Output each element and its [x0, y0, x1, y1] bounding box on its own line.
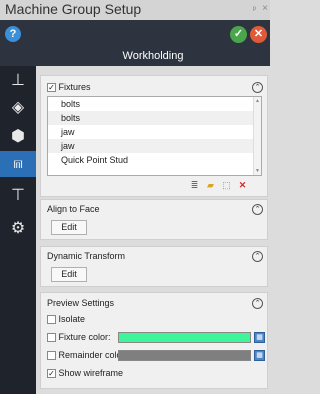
section-title: Preview Settings [47, 298, 115, 308]
list-item[interactable]: bolts [48, 97, 261, 111]
page-title: Workholding [122, 50, 184, 62]
fixtures-list[interactable]: bolts bolts jaw jaw Quick Point Stud ▲ ▼ [47, 96, 262, 176]
show-wireframe-row[interactable]: ✓ Show wireframe [47, 368, 124, 379]
scroll-up-icon[interactable]: ▲ [255, 98, 260, 104]
remainder-color-swatch[interactable] [118, 350, 251, 361]
fixture-color-row[interactable]: Fixture color: [47, 332, 111, 343]
part-icon[interactable]: ⬢ [0, 124, 36, 150]
help-icon[interactable]: ? [5, 26, 21, 42]
remainder-color-label: Remainder color: [58, 350, 128, 360]
color-picker-icon[interactable]: ▦ [254, 350, 265, 361]
content-area: ✓ Fixtures ⌃ bolts bolts jaw jaw Quick P… [36, 66, 270, 394]
select-icon[interactable]: ⬚ [220, 179, 233, 192]
cancel-button[interactable]: ✕ [250, 26, 267, 43]
fixture-color-label: Fixture color: [58, 332, 111, 342]
edit-button[interactable]: Edit [51, 267, 87, 282]
section-title: Dynamic Transform [47, 251, 126, 261]
list-item[interactable]: jaw [48, 125, 261, 139]
stock-icon[interactable]: ◈ [0, 95, 36, 121]
fixture-library-icon[interactable]: ≣ [188, 179, 201, 192]
remainder-color-row[interactable]: Remainder color: [47, 350, 128, 361]
chevron-up-icon[interactable]: ⌃ [252, 251, 263, 262]
close-icon[interactable]: × [262, 3, 268, 14]
ok-button[interactable]: ✓ [230, 26, 247, 43]
show-wireframe-label: Show wireframe [58, 368, 124, 378]
chevron-up-icon[interactable]: ⌃ [252, 204, 263, 215]
settings-icon[interactable]: ⚙ [0, 216, 36, 242]
edit-button[interactable]: Edit [51, 220, 87, 235]
tool-icon[interactable]: ⊤ [0, 183, 36, 209]
fixture-color-checkbox[interactable] [47, 333, 56, 343]
window-title: Machine Group Setup [5, 1, 142, 17]
list-item[interactable]: bolts [48, 111, 261, 125]
list-scrollbar[interactable]: ▲ ▼ [253, 97, 261, 175]
machine-icon[interactable]: ⊥ [0, 68, 36, 94]
dynamic-transform-panel: Dynamic Transform ⌃ Edit [40, 246, 268, 287]
sidebar: ⊥ ◈ ⬢ ⩎ ⊤ ⚙ [0, 66, 36, 394]
align-to-face-panel: Align to Face ⌃ Edit [40, 199, 268, 240]
list-item[interactable]: jaw [48, 139, 261, 153]
panel-header: ? ✓ ✕ Workholding [0, 20, 270, 66]
scroll-down-icon[interactable]: ▼ [255, 168, 260, 174]
workholding-icon[interactable]: ⩎ [0, 151, 36, 177]
open-folder-icon[interactable]: ▰ [204, 179, 217, 192]
show-wireframe-checkbox[interactable]: ✓ [47, 369, 56, 379]
preview-settings-panel: Preview Settings ⌃ Isolate Fixture color… [40, 292, 268, 389]
title-bar: Machine Group Setup ᵖ × [0, 0, 270, 20]
chevron-up-icon[interactable]: ⌃ [252, 298, 263, 309]
fixtures-panel: ✓ Fixtures ⌃ bolts bolts jaw jaw Quick P… [40, 75, 268, 197]
isolate-row[interactable]: Isolate [47, 314, 86, 325]
isolate-checkbox[interactable] [47, 315, 56, 325]
chevron-up-icon[interactable]: ⌃ [252, 82, 263, 93]
fixtures-label: Fixtures [58, 82, 91, 92]
fixtures-checkbox-row[interactable]: ✓ Fixtures [47, 82, 91, 93]
fixtures-checkbox[interactable]: ✓ [47, 83, 56, 93]
list-item[interactable]: Quick Point Stud [48, 153, 261, 167]
color-picker-icon[interactable]: ▦ [254, 332, 265, 343]
section-title: Align to Face [47, 204, 100, 214]
fixture-color-swatch[interactable] [118, 332, 251, 343]
delete-icon[interactable]: ✕ [236, 179, 249, 192]
remainder-color-checkbox[interactable] [47, 351, 56, 361]
isolate-label: Isolate [58, 314, 86, 324]
pin-icon[interactable]: ᵖ [253, 4, 256, 14]
